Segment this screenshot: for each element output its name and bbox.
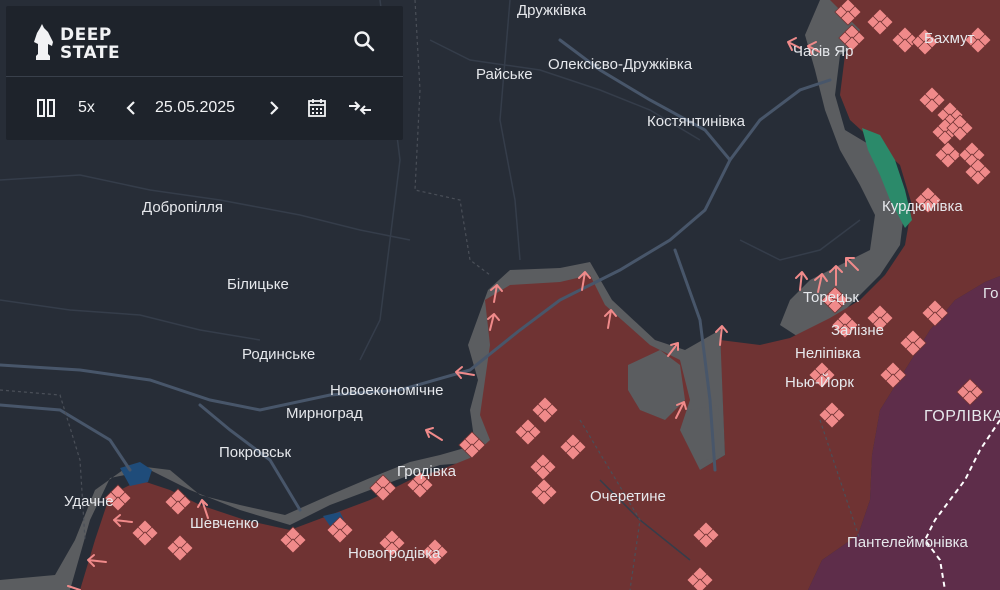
chevron-right-icon xyxy=(270,101,279,115)
place-label: Мирноград xyxy=(286,405,363,422)
control-panel: DEEP STATE 5x 25.05.2025 xyxy=(6,6,403,140)
next-date-button[interactable] xyxy=(264,97,284,119)
place-label: Курдюмівка xyxy=(882,198,963,215)
place-label: Удачне xyxy=(64,493,114,510)
place-label: Очеретине xyxy=(590,488,666,505)
place-label: Го xyxy=(983,285,998,302)
place-label: Покровськ xyxy=(219,444,291,461)
prev-date-button[interactable] xyxy=(121,97,141,119)
place-label: Шевченко xyxy=(190,515,259,532)
place-label: Нью-Йорк xyxy=(785,373,854,391)
place-label: ГОРЛІВКА xyxy=(924,408,1000,425)
calendar-button[interactable] xyxy=(305,96,329,120)
pause-button[interactable] xyxy=(34,96,58,120)
place-label: Білицьке xyxy=(227,276,289,293)
panel-divider xyxy=(6,76,403,77)
place-label: Торецьк xyxy=(803,289,859,306)
place-label: Райське xyxy=(476,66,533,83)
compare-arrows-icon xyxy=(349,101,371,115)
place-label: Новоекономічне xyxy=(330,382,443,399)
place-label: Добропілля xyxy=(142,199,223,216)
chevron-left-icon xyxy=(126,101,135,115)
logo-line-2: STATE xyxy=(60,43,121,63)
place-label: Новогродівка xyxy=(348,545,441,562)
place-label: Родинське xyxy=(242,346,315,363)
place-label: Залізне xyxy=(831,322,884,339)
place-label: Бахмут xyxy=(924,30,975,47)
pause-icon xyxy=(37,99,55,117)
place-label: Пантелеймонівка xyxy=(847,534,969,551)
place-label: Олексієво-Дружківка xyxy=(548,56,693,73)
search-button[interactable] xyxy=(349,26,379,56)
logo[interactable]: DEEP STATE xyxy=(32,20,120,68)
calendar-icon xyxy=(308,99,326,117)
place-label: Костянтинівка xyxy=(647,113,746,130)
playback-speed[interactable]: 5x xyxy=(78,99,95,117)
search-icon xyxy=(354,31,375,52)
current-date[interactable]: 25.05.2025 xyxy=(155,99,235,117)
logo-text: DEEP STATE xyxy=(60,26,120,62)
logo-line-1: DEEP xyxy=(60,25,112,45)
place-label: Гродівка xyxy=(397,463,457,480)
place-label: Дружківка xyxy=(517,2,587,19)
compare-button[interactable] xyxy=(346,96,374,120)
place-label: Часів Яр xyxy=(793,43,853,60)
horse-knight-icon xyxy=(34,24,53,60)
place-label: Неліпівка xyxy=(795,345,861,362)
